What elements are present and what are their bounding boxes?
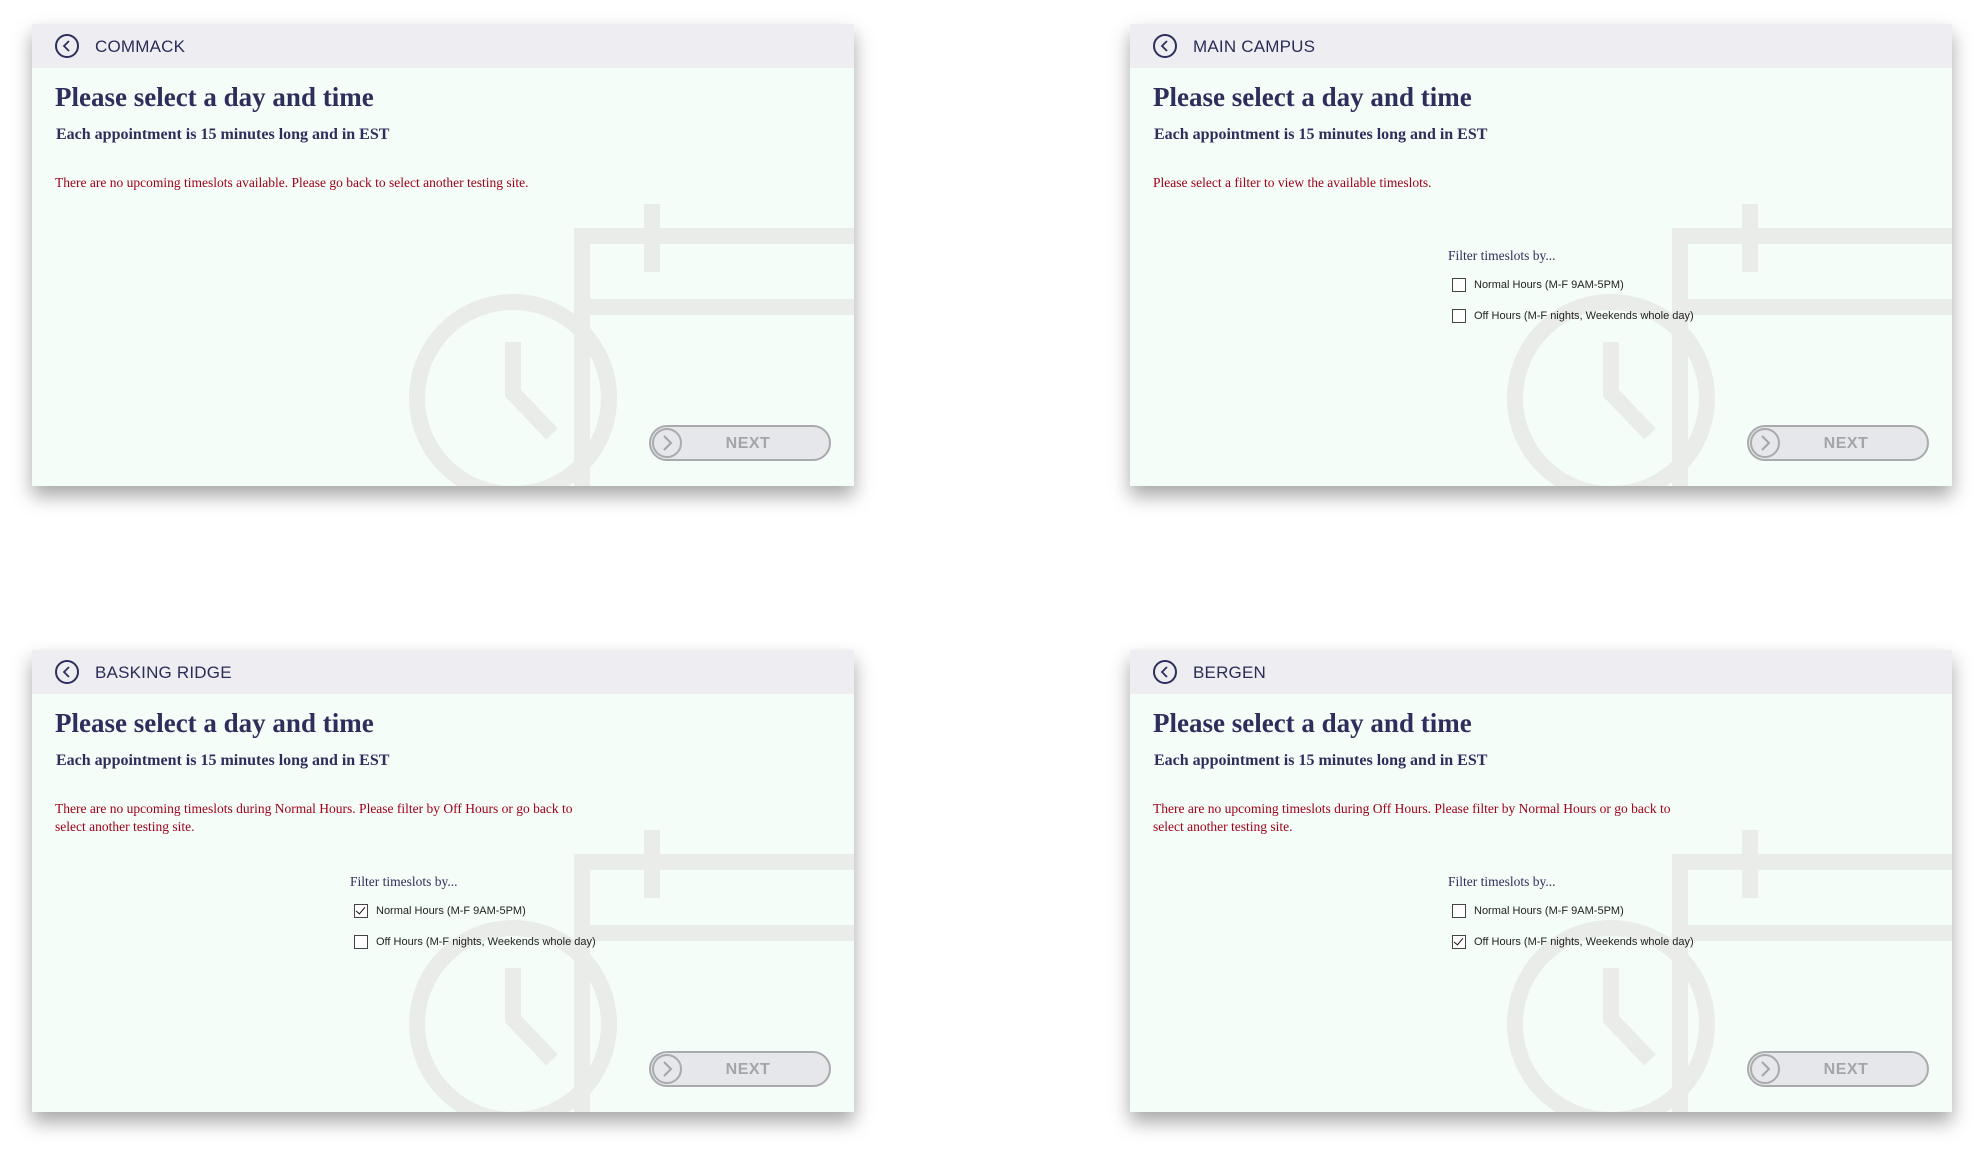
filter-option-off-hours[interactable]: Off Hours (M-F nights, Weekends whole da… <box>354 935 596 949</box>
site-name: BERGEN <box>1193 663 1266 682</box>
page-subtitle: Each appointment is 15 minutes long and … <box>56 752 390 769</box>
next-button-label: NEXT <box>725 1061 771 1078</box>
appointment-panel-commack: COMMACK Please select a day and time Eac… <box>32 24 854 486</box>
page-title: Please select a day and time <box>1153 708 1472 738</box>
checkbox-off-hours[interactable] <box>1452 309 1466 323</box>
checkbox-normal-hours[interactable] <box>1452 904 1466 918</box>
option-label: Off Hours (M-F nights, Weekends whole da… <box>1474 936 1694 948</box>
filter-title: Filter timeslots by... <box>350 874 458 889</box>
chevron-left-icon <box>62 666 70 678</box>
chevron-left-icon <box>1160 666 1168 678</box>
next-button[interactable]: NEXT <box>1747 1051 1929 1087</box>
chevron-left-icon <box>62 40 70 52</box>
next-button-label: NEXT <box>1823 435 1869 452</box>
filter-option-normal-hours[interactable]: Normal Hours (M-F 9AM-5PM) <box>1452 278 1624 292</box>
next-button-label: NEXT <box>1823 1061 1869 1078</box>
filter-title: Filter timeslots by... <box>1448 874 1556 889</box>
filter-option-off-hours[interactable]: Off Hours (M-F nights, Weekends whole da… <box>1452 935 1694 949</box>
checkbox-off-hours[interactable] <box>1452 935 1466 949</box>
back-button[interactable] <box>55 660 79 684</box>
back-button[interactable] <box>1153 34 1177 58</box>
filter-title: Filter timeslots by... <box>1448 248 1556 263</box>
back-button[interactable] <box>1153 660 1177 684</box>
page-title: Please select a day and time <box>55 82 374 112</box>
checkbox-normal-hours[interactable] <box>354 904 368 918</box>
site-name: MAIN CAMPUS <box>1193 37 1316 56</box>
checkbox-normal-hours[interactable] <box>1452 278 1466 292</box>
page-subtitle: Each appointment is 15 minutes long and … <box>1154 752 1488 769</box>
status-message: There are no upcoming timeslots during O… <box>1153 801 1671 834</box>
appointment-panel-basking-ridge: BASKING RIDGE Please select a day and ti… <box>32 650 854 1112</box>
option-label: Off Hours (M-F nights, Weekends whole da… <box>1474 310 1694 322</box>
page-title: Please select a day and time <box>1153 82 1472 112</box>
panel-header: MAIN CAMPUS <box>1130 24 1952 68</box>
page-subtitle: Each appointment is 15 minutes long and … <box>56 126 390 143</box>
panel-header: BASKING RIDGE <box>32 650 854 694</box>
status-message: There are no upcoming timeslots availabl… <box>55 175 529 190</box>
status-message: There are no upcoming timeslots during N… <box>55 801 573 834</box>
filter-option-normal-hours[interactable]: Normal Hours (M-F 9AM-5PM) <box>1452 904 1624 918</box>
option-label: Normal Hours (M-F 9AM-5PM) <box>376 905 526 917</box>
next-button[interactable]: NEXT <box>649 425 831 461</box>
page-title: Please select a day and time <box>55 708 374 738</box>
site-name: COMMACK <box>95 37 186 56</box>
option-label: Normal Hours (M-F 9AM-5PM) <box>1474 279 1624 291</box>
filter-option-normal-hours[interactable]: Normal Hours (M-F 9AM-5PM) <box>354 904 526 918</box>
site-name: BASKING RIDGE <box>95 663 232 682</box>
panel-header: BERGEN <box>1130 650 1952 694</box>
status-message: Please select a filter to view the avail… <box>1153 175 1432 190</box>
option-label: Normal Hours (M-F 9AM-5PM) <box>1474 905 1624 917</box>
panel-header: COMMACK <box>32 24 854 68</box>
appointment-panel-main-campus: MAIN CAMPUS Please select a day and time… <box>1130 24 1952 486</box>
chevron-left-icon <box>1160 40 1168 52</box>
next-button[interactable]: NEXT <box>649 1051 831 1087</box>
back-button[interactable] <box>55 34 79 58</box>
option-label: Off Hours (M-F nights, Weekends whole da… <box>376 936 596 948</box>
next-button-label: NEXT <box>725 435 771 452</box>
filter-option-off-hours[interactable]: Off Hours (M-F nights, Weekends whole da… <box>1452 309 1694 323</box>
page-subtitle: Each appointment is 15 minutes long and … <box>1154 126 1488 143</box>
appointment-panel-bergen: BERGEN Please select a day and time Each… <box>1130 650 1952 1112</box>
next-button[interactable]: NEXT <box>1747 425 1929 461</box>
checkbox-off-hours[interactable] <box>354 935 368 949</box>
